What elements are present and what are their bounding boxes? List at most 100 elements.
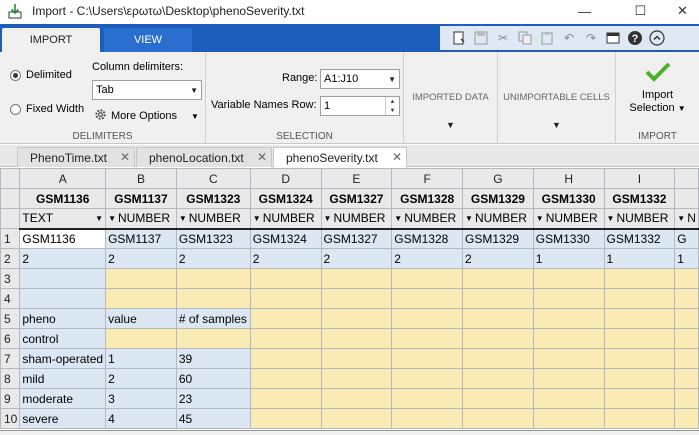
grid-cell[interactable]: 2 bbox=[391, 248, 464, 269]
grid-cell[interactable] bbox=[391, 288, 464, 309]
grid-cell[interactable] bbox=[532, 268, 605, 289]
variable-type-dropdown[interactable]: ▼ NUMBER bbox=[391, 208, 464, 229]
column-letter[interactable]: G bbox=[462, 168, 534, 189]
paste-icon[interactable] bbox=[538, 29, 556, 47]
grid-cell[interactable] bbox=[175, 328, 251, 349]
grid-cell[interactable] bbox=[391, 268, 464, 289]
variable-name-cell[interactable]: GSM1323 bbox=[175, 188, 251, 209]
column-letter[interactable]: D bbox=[249, 168, 322, 189]
row-number[interactable]: 7 bbox=[0, 348, 21, 369]
row-number[interactable]: 3 bbox=[0, 268, 21, 289]
grid-cell[interactable] bbox=[249, 328, 322, 349]
grid-cell[interactable] bbox=[320, 408, 393, 429]
grid-cell[interactable] bbox=[249, 268, 322, 289]
grid-cell[interactable]: moderate bbox=[19, 388, 107, 409]
variable-type-dropdown[interactable]: ▼ NUMBER bbox=[532, 208, 605, 229]
grid-cell[interactable]: 1 bbox=[532, 248, 605, 269]
grid-cell[interactable]: 2 bbox=[175, 248, 251, 269]
column-letter[interactable]: B bbox=[105, 168, 177, 189]
column-letter[interactable]: E bbox=[320, 168, 393, 189]
variable-type-dropdown[interactable]: TEXT ▼ bbox=[19, 208, 107, 229]
grid-cell[interactable] bbox=[19, 288, 107, 309]
tab-import[interactable]: IMPORT bbox=[2, 28, 100, 52]
column-letter[interactable]: H bbox=[532, 168, 605, 189]
grid-cell[interactable] bbox=[462, 388, 534, 409]
column-letter[interactable]: A bbox=[19, 168, 107, 189]
help-icon[interactable]: ? bbox=[626, 29, 644, 47]
grid-cell[interactable]: GSM1330 bbox=[532, 227, 605, 249]
grid-cell[interactable]: mild bbox=[19, 368, 107, 389]
grid-cell[interactable]: sham-operated bbox=[19, 348, 107, 369]
delimiter-dropdown[interactable]: Tab ▼ bbox=[92, 80, 202, 100]
variable-names-row-spinner[interactable]: 1 ▲ ▼ bbox=[320, 96, 400, 116]
variable-type-dropdown[interactable]: ▼ NUMBER bbox=[462, 208, 534, 229]
import-selection-button[interactable]: Import Selection ▼ bbox=[616, 60, 699, 115]
variable-type-dropdown[interactable]: ▼ N bbox=[674, 208, 699, 229]
grid-cell[interactable] bbox=[603, 288, 676, 309]
grid-cell[interactable] bbox=[674, 388, 699, 409]
grid-cell[interactable] bbox=[603, 328, 676, 349]
collapse-ribbon-icon[interactable] bbox=[648, 29, 666, 47]
close-tab-icon[interactable]: ✕ bbox=[120, 150, 130, 164]
close-button[interactable]: ✕ bbox=[660, 0, 699, 22]
grid-cell[interactable]: # of samples bbox=[175, 308, 251, 329]
grid-cell[interactable] bbox=[603, 368, 676, 389]
range-dropdown[interactable]: A1:J10 ▼ bbox=[320, 69, 400, 89]
file-tab-phenoseverity[interactable]: phenoSeverity.txt ✕ bbox=[273, 147, 407, 168]
undo-icon[interactable]: ↶ bbox=[560, 29, 578, 47]
grid-cell[interactable] bbox=[320, 328, 393, 349]
grid-cell[interactable]: GSM1323 bbox=[175, 227, 251, 249]
column-letter[interactable]: I bbox=[603, 168, 676, 189]
grid-cell[interactable] bbox=[391, 388, 464, 409]
grid-cell[interactable]: 45 bbox=[175, 408, 251, 429]
grid-cell[interactable] bbox=[603, 308, 676, 329]
grid-cell[interactable]: GSM1324 bbox=[249, 227, 322, 249]
variable-name-cell[interactable]: GSM1328 bbox=[391, 188, 464, 209]
grid-cell[interactable] bbox=[391, 408, 464, 429]
maximize-button[interactable]: ☐ bbox=[618, 0, 663, 22]
grid-cell[interactable]: 1 bbox=[105, 348, 177, 369]
row-number[interactable]: 5 bbox=[0, 308, 21, 329]
variable-type-dropdown[interactable]: ▼ NUMBER bbox=[603, 208, 676, 229]
grid-cell[interactable] bbox=[249, 388, 322, 409]
grid-cell[interactable] bbox=[674, 308, 699, 329]
row-number[interactable]: 10 bbox=[0, 408, 21, 429]
grid-cell[interactable]: G bbox=[674, 227, 699, 249]
new-document-icon[interactable] bbox=[450, 29, 468, 47]
grid-cell[interactable] bbox=[105, 268, 177, 289]
grid-cell[interactable]: GSM1136 bbox=[19, 227, 107, 249]
row-number[interactable]: 1 bbox=[0, 228, 21, 249]
grid-cell[interactable] bbox=[320, 368, 393, 389]
grid-cell[interactable] bbox=[674, 268, 699, 289]
grid-cell[interactable] bbox=[603, 388, 676, 409]
variable-name-cell[interactable]: GSM1324 bbox=[249, 188, 322, 209]
grid-cell[interactable] bbox=[674, 368, 699, 389]
grid-cell[interactable]: 39 bbox=[175, 348, 251, 369]
grid-cell[interactable]: control bbox=[19, 328, 107, 349]
grid-cell[interactable]: 60 bbox=[175, 368, 251, 389]
grid-cell[interactable] bbox=[462, 268, 534, 289]
grid-cell[interactable] bbox=[462, 328, 534, 349]
grid-cell[interactable] bbox=[391, 328, 464, 349]
grid-cell[interactable]: 2 bbox=[462, 248, 534, 269]
grid-cell[interactable]: 2 bbox=[105, 368, 177, 389]
grid-cell[interactable] bbox=[320, 348, 393, 369]
grid-cell[interactable] bbox=[249, 348, 322, 369]
variable-type-dropdown[interactable]: ▼ NUMBER bbox=[320, 208, 393, 229]
grid-cell[interactable]: 2 bbox=[249, 248, 322, 269]
row-number[interactable]: 2 bbox=[0, 248, 21, 269]
close-tab-icon[interactable]: ✕ bbox=[392, 150, 402, 164]
grid-cell[interactable] bbox=[532, 348, 605, 369]
grid-cell[interactable]: value bbox=[105, 308, 177, 329]
grid-cell[interactable] bbox=[105, 328, 177, 349]
grid-cell[interactable] bbox=[249, 408, 322, 429]
grid-cell[interactable]: 1 bbox=[674, 248, 699, 269]
row-number[interactable]: 8 bbox=[0, 368, 21, 389]
row-number[interactable]: 6 bbox=[0, 328, 21, 349]
grid-cell[interactable] bbox=[462, 368, 534, 389]
close-tab-icon[interactable]: ✕ bbox=[257, 150, 267, 164]
grid-cell[interactable] bbox=[462, 408, 534, 429]
grid-cell[interactable] bbox=[674, 288, 699, 309]
fixed-width-radio-row[interactable]: Fixed Width bbox=[10, 103, 84, 115]
variable-type-dropdown[interactable]: ▼ NUMBER bbox=[175, 208, 251, 229]
